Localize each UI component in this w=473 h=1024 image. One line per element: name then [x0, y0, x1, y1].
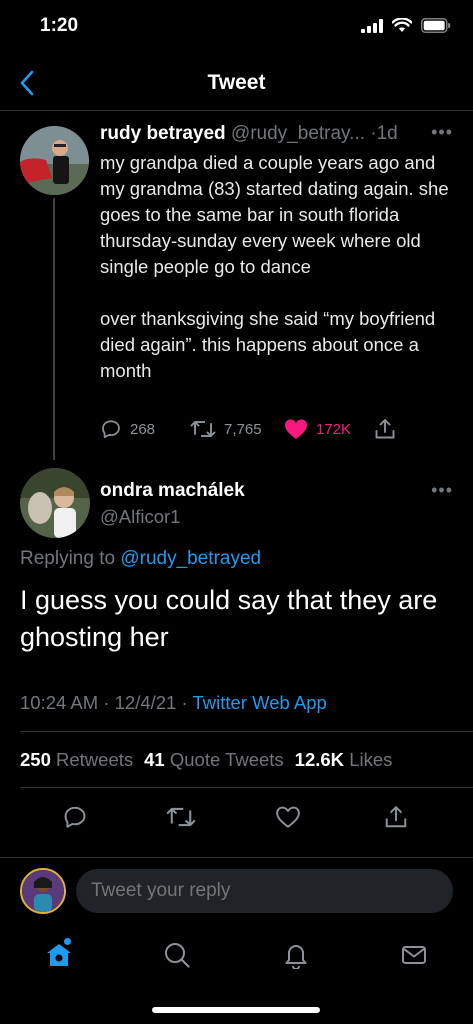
tab-home[interactable] — [42, 938, 76, 972]
tweet-body: I guess you could say that they are ghos… — [20, 585, 438, 652]
reply-count: 268 — [130, 420, 156, 438]
tweet-age: 1d — [376, 123, 398, 144]
retweet-button[interactable] — [164, 800, 198, 834]
like-button[interactable] — [271, 800, 305, 834]
status-bar: 1:20 — [0, 0, 473, 56]
tweet-header: rudy betrayed @rudy_betray... ·1d — [100, 123, 460, 145]
avatar[interactable] — [20, 126, 89, 195]
author-handle[interactable]: @rudy_betray... — [231, 123, 365, 144]
tweet-date: 12/4/21 — [114, 692, 177, 713]
divider — [20, 787, 473, 788]
tweet-actions: 268 7,765 172K — [100, 418, 400, 444]
tab-bar — [0, 928, 473, 984]
author-name[interactable]: ondra machálek — [100, 480, 245, 502]
nav-header: Tweet — [0, 56, 473, 111]
page-title: Tweet — [207, 71, 266, 94]
search-icon — [165, 943, 190, 968]
reply-icon — [102, 420, 120, 439]
cellular-signal-icon — [361, 18, 383, 33]
reply-button[interactable] — [58, 800, 92, 834]
avatar[interactable] — [20, 468, 90, 538]
reply-button[interactable]: 268 — [100, 418, 155, 440]
avatar[interactable] — [20, 868, 66, 914]
replying-to: Replying to @rudy_betrayed — [20, 548, 261, 570]
likes-stat[interactable]: 12.6K Likes — [295, 749, 393, 770]
share-button[interactable] — [374, 418, 396, 440]
tab-messages[interactable] — [397, 938, 431, 972]
meta-separator: · — [181, 692, 188, 713]
home-indicator[interactable] — [152, 1007, 320, 1013]
tweet-stats: 250 Retweets 41 Quote Tweets 12.6K Likes — [20, 749, 392, 771]
like-button[interactable]: 172K — [284, 418, 351, 440]
tweet-body: my grandpa died a couple years ago and m… — [100, 150, 450, 384]
quote-tweets-stat[interactable]: 41 Quote Tweets — [144, 749, 284, 770]
more-options-icon[interactable]: ••• — [431, 480, 453, 501]
avatar-image — [22, 870, 64, 912]
mail-icon — [402, 946, 426, 964]
home-icon — [47, 944, 71, 966]
status-icons — [361, 18, 451, 33]
reply-icon — [64, 806, 86, 828]
tweet-source[interactable]: Twitter Web App — [192, 692, 326, 713]
retweet-count: 7,765 — [224, 420, 262, 438]
heart-filled-icon — [285, 419, 307, 439]
like-count: 172K — [316, 420, 352, 438]
tab-search[interactable] — [160, 938, 194, 972]
avatar-image — [20, 468, 90, 538]
replying-to-link[interactable]: @rudy_betrayed — [120, 548, 261, 569]
meta-separator: · — [103, 692, 110, 713]
retweets-label: Retweets — [56, 749, 134, 770]
retweet-icon — [166, 807, 196, 827]
status-time: 1:20 — [40, 15, 79, 36]
author-name[interactable]: rudy betrayed — [100, 123, 226, 144]
retweets-count: 250 — [20, 749, 51, 770]
tweet-paragraph: my grandpa died a couple years ago and m… — [100, 152, 449, 277]
wifi-icon — [392, 18, 412, 32]
share-icon — [375, 419, 395, 439]
reply-input[interactable] — [76, 869, 453, 913]
tweet-actions — [0, 800, 473, 834]
more-options-icon[interactable]: ••• — [431, 122, 453, 143]
reply-composer — [0, 857, 473, 927]
share-icon — [385, 806, 407, 828]
thread-line — [53, 198, 55, 460]
retweets-stat[interactable]: 250 Retweets — [20, 749, 133, 770]
quote-label: Quote Tweets — [169, 749, 284, 770]
notification-dot — [64, 938, 71, 945]
quote-count: 41 — [144, 749, 165, 770]
share-button[interactable] — [379, 800, 413, 834]
battery-icon — [421, 18, 451, 33]
tab-notifications[interactable] — [279, 938, 313, 972]
tweet-meta: 10:24 AM · 12/4/21 · Twitter Web App — [20, 692, 327, 714]
retweet-button[interactable]: 7,765 — [190, 418, 262, 440]
heart-icon — [276, 806, 300, 828]
replying-to-prefix: Replying to — [20, 548, 116, 569]
author-handle[interactable]: @Alficor1 — [100, 506, 180, 528]
likes-label: Likes — [349, 749, 393, 770]
bell-icon — [285, 945, 307, 969]
avatar-image — [20, 126, 89, 195]
divider — [20, 731, 473, 732]
likes-count: 12.6K — [294, 749, 345, 770]
tweet-paragraph: over thanksgiving she said “my boyfriend… — [100, 308, 436, 381]
retweet-icon — [190, 421, 216, 437]
tweet-time: 10:24 AM — [20, 692, 99, 713]
